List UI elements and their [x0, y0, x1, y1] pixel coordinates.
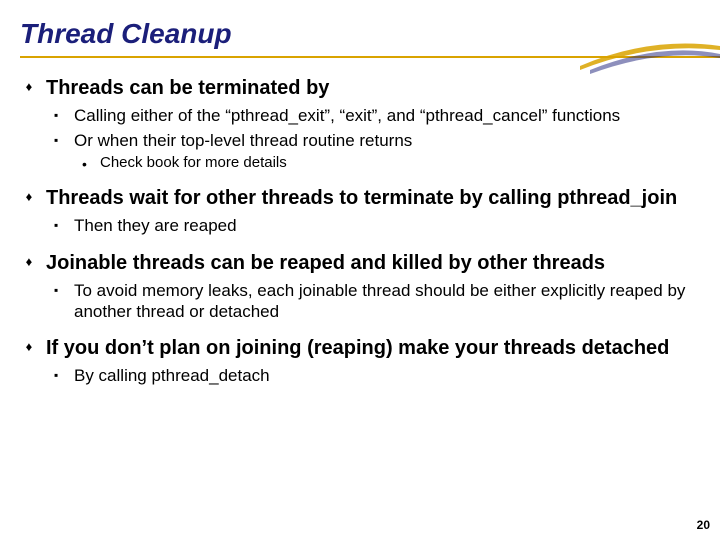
bullet-1-sub-2: ▪ Or when their top-level thread routine…: [24, 130, 696, 151]
bullet-2: ♦ Threads wait for other threads to term…: [24, 186, 696, 211]
bullet-3-sub-1-text: To avoid memory leaks, each joinable thr…: [64, 280, 696, 323]
square-icon: ▪: [54, 133, 64, 147]
bullet-3: ♦ Joinable threads can be reaped and kil…: [24, 251, 696, 276]
bullet-1-sub-2-text: Or when their top-level thread routine r…: [64, 130, 696, 151]
bullet-3-sub-1: ▪ To avoid memory leaks, each joinable t…: [24, 280, 696, 323]
title-rule: [0, 54, 720, 64]
diamond-icon: ♦: [24, 339, 34, 355]
content-area: ♦ Threads can be terminated by ▪ Calling…: [0, 76, 720, 386]
bullet-4-text: If you don’t plan on joining (reaping) m…: [34, 336, 696, 361]
bullet-1-text: Threads can be terminated by: [34, 76, 696, 101]
page-number: 20: [697, 518, 710, 532]
bullet-icon: •: [82, 156, 92, 173]
bullet-1-sub-1: ▪ Calling either of the “pthread_exit”, …: [24, 105, 696, 126]
square-icon: ▪: [54, 283, 64, 297]
diamond-icon: ♦: [24, 79, 34, 95]
bullet-1-sub-1-text: Calling either of the “pthread_exit”, “e…: [64, 105, 696, 126]
bullet-1-sub-2-a: • Check book for more details: [24, 154, 696, 173]
diamond-icon: ♦: [24, 254, 34, 270]
bullet-1-sub-2-a-text: Check book for more details: [92, 154, 696, 173]
square-icon: ▪: [54, 368, 64, 382]
bullet-2-sub-1: ▪ Then they are reaped: [24, 215, 696, 236]
square-icon: ▪: [54, 108, 64, 122]
bullet-4-sub-1: ▪ By calling pthread_detach: [24, 365, 696, 386]
slide: Thread Cleanup ♦ Threads can be terminat…: [0, 0, 720, 540]
swoosh-graphic: [580, 36, 720, 76]
bullet-2-sub-1-text: Then they are reaped: [64, 215, 696, 236]
bullet-4: ♦ If you don’t plan on joining (reaping)…: [24, 336, 696, 361]
bullet-1: ♦ Threads can be terminated by: [24, 76, 696, 101]
bullet-3-text: Joinable threads can be reaped and kille…: [34, 251, 696, 276]
square-icon: ▪: [54, 218, 64, 232]
diamond-icon: ♦: [24, 189, 34, 205]
bullet-4-sub-1-text: By calling pthread_detach: [64, 365, 696, 386]
bullet-2-text: Threads wait for other threads to termin…: [34, 186, 696, 211]
